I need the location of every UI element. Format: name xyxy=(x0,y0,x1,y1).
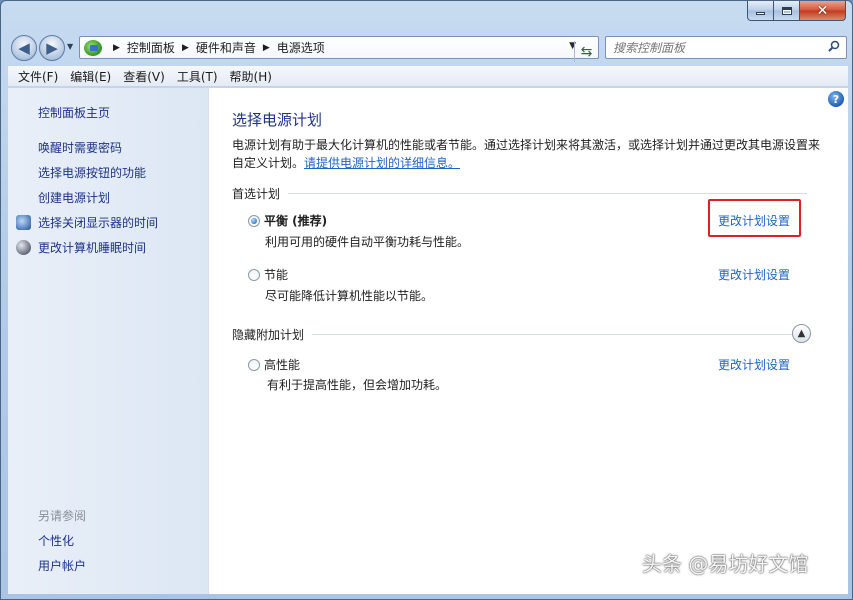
menu-tools[interactable]: 工具(T) xyxy=(171,68,224,85)
sidebar-link-user-accounts[interactable]: 用户帐户 xyxy=(38,557,86,574)
divider xyxy=(312,333,807,335)
breadcrumb-separator-icon[interactable]: ▶ xyxy=(182,43,189,53)
power-saver-desc: 尽可能降低计算机性能以节能。 xyxy=(265,289,434,303)
hidden-plans-label: 隐藏附加计划 xyxy=(232,327,305,342)
page-title: 选择电源计划 xyxy=(232,111,323,129)
maximize-icon xyxy=(781,6,792,15)
power-saver-radio[interactable] xyxy=(248,269,260,281)
refresh-icon: ⇆ xyxy=(580,43,593,60)
forward-button[interactable]: ▶ xyxy=(39,35,65,61)
menu-file[interactable]: 文件(F) xyxy=(12,68,64,85)
watermark-text: 头条 @易坊好文馆 xyxy=(642,552,809,576)
caption-buttons: ✕ xyxy=(747,1,846,21)
plan-details-link[interactable]: 请提供电源计划的详细信息。 xyxy=(304,156,460,170)
power-saver-name[interactable]: 节能 xyxy=(264,266,288,283)
breadcrumb-hardware-sound[interactable]: 硬件和声音 xyxy=(196,39,256,56)
search-box[interactable] xyxy=(605,36,847,59)
recent-pages-dropdown[interactable]: ▼ xyxy=(67,42,73,51)
sidebar-link-power-button[interactable]: 选择电源按钮的功能 xyxy=(38,164,146,181)
back-arrow-icon: ◀ xyxy=(18,39,30,57)
high-performance-radio[interactable] xyxy=(248,359,260,371)
minimize-icon xyxy=(756,12,765,15)
help-icon[interactable]: ? xyxy=(828,91,844,107)
control-panel-window: ✕ ◀ ▶ ▼ ▶ 控制面板 ▶ 硬件和声音 ▶ 电源选项 ▼ ⇆ 文件(F) … xyxy=(0,0,853,600)
divider xyxy=(288,192,807,194)
sidebar-link-personalization[interactable]: 个性化 xyxy=(38,532,74,549)
moon-icon xyxy=(16,240,31,255)
sidebar-link-control-panel-home[interactable]: 控制面板主页 xyxy=(38,104,110,121)
sidebar-link-display-off[interactable]: 选择关闭显示器的时间 xyxy=(38,214,158,231)
hidden-plans-heading: 隐藏附加计划 xyxy=(232,326,807,342)
breadcrumb-power-options[interactable]: 电源选项 xyxy=(277,39,325,56)
sidebar-link-create-plan[interactable]: 创建电源计划 xyxy=(38,189,110,206)
close-icon: ✕ xyxy=(816,2,829,19)
task-sidebar: 控制面板主页 唤醒时需要密码 选择电源按钮的功能 创建电源计划 选择关闭显示器的… xyxy=(8,88,209,594)
address-bar[interactable]: ▶ 控制面板 ▶ 硬件和声音 ▶ 电源选项 ▼ ⇆ xyxy=(79,36,599,62)
menu-edit[interactable]: 编辑(E) xyxy=(64,68,117,85)
close-button[interactable]: ✕ xyxy=(800,1,846,21)
sidebar-link-wake-password[interactable]: 唤醒时需要密码 xyxy=(38,139,122,156)
maximize-button[interactable] xyxy=(774,1,800,21)
high-performance-change-settings-link[interactable]: 更改计划设置 xyxy=(718,356,790,373)
search-input[interactable] xyxy=(613,40,823,55)
menu-view[interactable]: 查看(V) xyxy=(117,68,171,85)
menu-bar: 文件(F) 编辑(E) 查看(V) 工具(T) 帮助(H) xyxy=(8,66,848,87)
page-description: 电源计划有助于最大化计算机的性能或者节能。通过选择计划来将其激活，或选择计划并通… xyxy=(232,136,822,172)
navigation-bar: ◀ ▶ ▼ ▶ 控制面板 ▶ 硬件和声音 ▶ 电源选项 ▼ ⇆ xyxy=(9,33,849,62)
search-icon[interactable] xyxy=(828,40,840,52)
balanced-plan-desc: 利用可用的硬件自动平衡功耗与性能。 xyxy=(265,235,470,249)
monitor-icon xyxy=(16,215,31,230)
chevron-up-icon: ▲ xyxy=(797,328,806,339)
breadcrumb-separator-icon[interactable]: ▶ xyxy=(263,43,270,53)
balanced-plan-radio[interactable] xyxy=(248,215,260,227)
high-performance-name[interactable]: 高性能 xyxy=(264,356,300,373)
breadcrumb-control-panel[interactable]: 控制面板 xyxy=(127,39,175,56)
balanced-plan-name[interactable]: 平衡 (推荐) xyxy=(264,212,327,229)
breadcrumb-separator-icon[interactable]: ▶ xyxy=(113,43,120,53)
main-content: ? 选择电源计划 电源计划有助于最大化计算机的性能或者节能。通过选择计划来将其激… xyxy=(209,88,848,594)
minimize-button[interactable] xyxy=(747,1,774,21)
refresh-button[interactable]: ⇆ xyxy=(574,41,598,62)
highlight-annotation xyxy=(708,199,801,237)
forward-arrow-icon: ▶ xyxy=(46,39,58,57)
power-saver-change-settings-link[interactable]: 更改计划设置 xyxy=(718,266,790,283)
back-button[interactable]: ◀ xyxy=(11,35,37,61)
see-also-heading: 另请参阅 xyxy=(38,509,87,523)
menu-help[interactable]: 帮助(H) xyxy=(224,68,278,85)
sidebar-link-sleep-time[interactable]: 更改计算机睡眠时间 xyxy=(38,239,146,256)
control-panel-icon xyxy=(84,39,102,56)
high-performance-desc: 有利于提高性能，但会增加功耗。 xyxy=(267,378,448,392)
collapse-hidden-plans-button[interactable]: ▲ xyxy=(792,324,811,343)
preferred-plans-label: 首选计划 xyxy=(232,186,281,201)
